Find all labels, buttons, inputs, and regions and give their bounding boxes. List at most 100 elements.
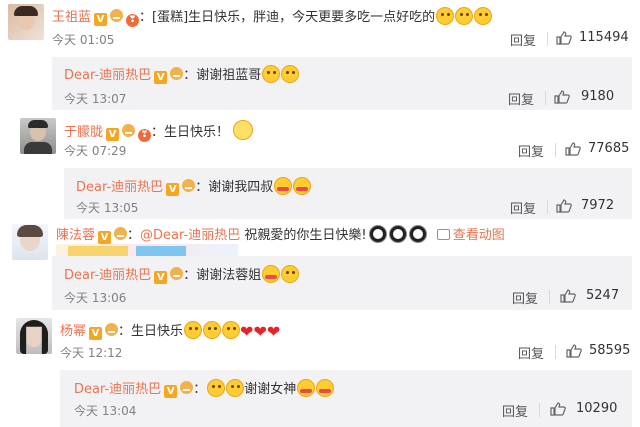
like-count: 9180	[581, 89, 615, 104]
divider	[539, 403, 540, 417]
thumbs-up-icon[interactable]	[560, 289, 576, 303]
heart-icon: ❤	[240, 322, 254, 341]
verified-icon: V	[164, 385, 178, 398]
vip-crown-icon	[182, 179, 196, 192]
comment-line: 王祖蓝 V ❣ ：[蛋糕]生日快乐，胖迪，今天更要多吃一点好吃的	[52, 6, 493, 27]
avatar[interactable]	[20, 118, 56, 154]
reply-line: Dear-迪丽热巴 V ：谢谢法蓉姐	[64, 264, 300, 284]
emoji-icon	[408, 225, 427, 243]
reply-username[interactable]: Dear-迪丽热巴	[76, 180, 163, 195]
emoji-icon	[368, 225, 387, 243]
vip-crown-icon	[105, 323, 119, 336]
reply-line: Dear-迪丽热巴 V ：谢谢祖蓝哥	[64, 64, 300, 84]
comment-time: 今天 01:05	[52, 33, 115, 47]
divider	[555, 345, 556, 359]
reply-time: 今天 13:05	[76, 201, 139, 215]
reply-button[interactable]: 回复	[518, 343, 544, 362]
comment-time: 今天 07:29	[64, 144, 127, 158]
like-count: 58595	[589, 343, 631, 358]
reply-button[interactable]: 回复	[510, 198, 536, 217]
emoji-icon	[388, 225, 407, 243]
emoji-icon	[293, 177, 312, 195]
avatar[interactable]	[16, 318, 52, 354]
reply-time: 今天 13:06	[64, 291, 127, 305]
smile-emoji-icon	[233, 120, 254, 140]
emoji-icon	[184, 321, 203, 339]
emoji-icon	[455, 7, 474, 25]
level-icon: ❣	[138, 129, 152, 142]
thumbs-up-icon[interactable]	[565, 142, 581, 156]
thumbs-up-icon[interactable]	[556, 31, 572, 45]
reply-button[interactable]: 回复	[512, 288, 538, 307]
emoji-icon	[281, 65, 300, 83]
verified-icon: V	[106, 128, 120, 141]
vip-crown-icon	[110, 9, 124, 22]
reply-text: 谢谢女神	[244, 382, 297, 397]
reply-username[interactable]: Dear-迪丽热巴	[74, 382, 161, 397]
reply-button[interactable]: 回复	[510, 30, 536, 49]
reply-time: 今天 13:07	[64, 92, 127, 106]
kiss-emoji-icon	[297, 379, 316, 397]
reply-line: Dear-迪丽热巴 V ： 谢谢女神	[74, 378, 335, 398]
kiss-emoji-icon	[316, 379, 335, 397]
view-gif-link[interactable]: 查看动图	[436, 228, 505, 243]
reply-line: Dear-迪丽热巴 V ：谢谢我四叔	[76, 176, 312, 196]
reply-button[interactable]: 回复	[502, 401, 528, 420]
emoji-icon	[262, 65, 281, 83]
username[interactable]: 陳法蓉	[56, 228, 95, 243]
like-count: 7972	[581, 198, 615, 213]
reply-username[interactable]: Dear-迪丽热巴	[64, 268, 151, 283]
verified-icon: V	[154, 71, 168, 84]
reply-username[interactable]: Dear-迪丽热巴	[64, 68, 151, 83]
heart-icon: ❤	[266, 322, 281, 341]
reply-time: 今天 13:04	[74, 404, 137, 418]
vip-crown-icon	[170, 67, 184, 80]
thumbs-up-icon[interactable]	[554, 90, 570, 104]
verified-icon: V	[154, 271, 168, 284]
image-icon	[436, 229, 450, 240]
avatar[interactable]	[8, 4, 44, 40]
comment-line: 陳法蓉 V ：@Dear-迪丽热巴 祝親愛的你生日快樂! 查看动图	[56, 224, 505, 244]
divider	[547, 200, 548, 214]
comment-time: 今天 12:12	[60, 346, 123, 360]
emoji-icon	[281, 265, 300, 283]
vip-crown-icon	[114, 227, 128, 240]
reply-button[interactable]: 回复	[508, 89, 534, 108]
comment-text: ：生日快乐！	[151, 125, 230, 140]
heart-icon: ❤	[253, 322, 267, 341]
emoji-icon	[436, 7, 455, 25]
emoji-icon	[474, 7, 493, 25]
like-count: 115494	[579, 30, 629, 45]
comment-line: 于朦胧 V ❣ ：生日快乐！	[64, 120, 254, 142]
emoji-icon	[207, 379, 226, 397]
like-count: 10290	[576, 401, 618, 416]
comment-text: 祝親愛的你生日快樂!	[240, 228, 367, 243]
kiss-emoji-icon	[262, 265, 281, 283]
emoji-icon	[274, 177, 293, 195]
vip-crown-icon	[170, 267, 184, 280]
like-count: 77685	[588, 141, 630, 156]
mention-link[interactable]: @Dear-迪丽热巴	[140, 228, 240, 243]
verified-icon: V	[94, 13, 108, 26]
thumbs-up-icon[interactable]	[556, 199, 572, 213]
verified-icon: V	[89, 327, 103, 340]
thumbs-up-icon[interactable]	[566, 344, 582, 358]
username[interactable]: 王祖蓝	[52, 10, 91, 25]
username[interactable]: 杨幂	[60, 324, 86, 339]
verified-icon: V	[166, 183, 180, 196]
comment-text: ：[蛋糕]生日快乐，胖迪，今天更要多吃一点好吃的	[139, 10, 436, 25]
reply-colon: ：	[193, 382, 207, 397]
comment-text: ：生日快乐	[118, 324, 184, 339]
like-count: 5247	[586, 288, 620, 303]
thumbs-up-icon[interactable]	[550, 402, 566, 416]
comment-line: 杨幂 V ：生日快乐 ❤❤❤	[60, 320, 280, 341]
divider	[549, 290, 550, 304]
vip-crown-icon	[180, 381, 194, 394]
avatar[interactable]	[12, 224, 48, 260]
reply-text: ：谢谢法蓉姐	[183, 268, 262, 283]
verified-icon: V	[98, 231, 112, 244]
reply-text: ：谢谢我四叔	[195, 180, 274, 195]
gif-thumbnail[interactable]	[56, 244, 238, 256]
reply-button[interactable]: 回复	[518, 141, 544, 160]
username[interactable]: 于朦胧	[64, 125, 103, 140]
